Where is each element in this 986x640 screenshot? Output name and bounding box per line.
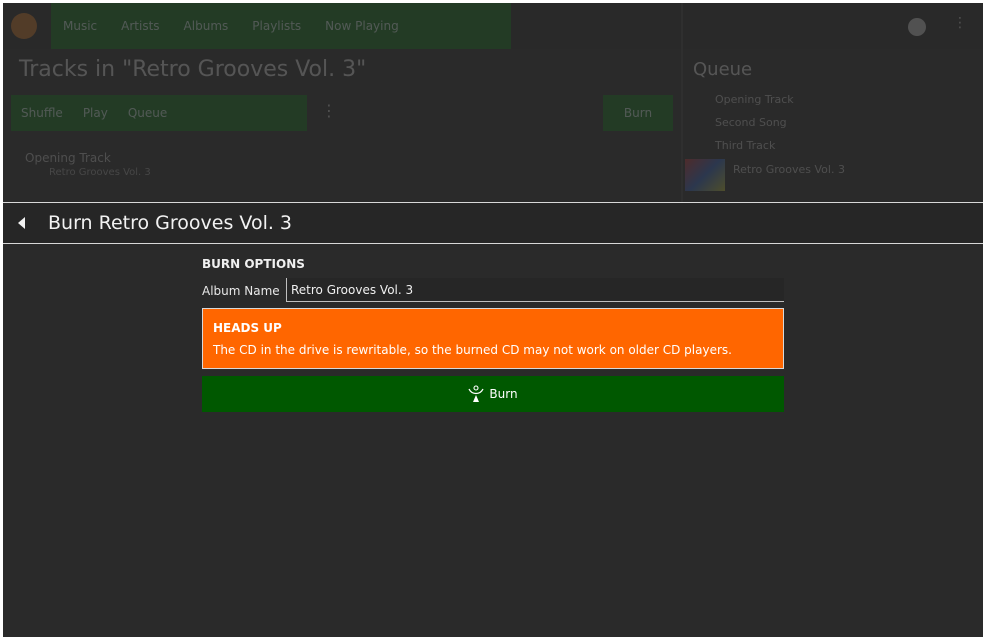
nav-item: Albums — [183, 19, 229, 33]
section-title: BURN OPTIONS — [202, 257, 305, 271]
back-arrow-icon — [18, 217, 25, 229]
action-item: Queue — [127, 106, 168, 120]
album-name-input[interactable] — [286, 278, 784, 302]
main-nav: Music Artists Albums Playlists Now Playi… — [51, 3, 511, 49]
track-subtitle: Retro Grooves Vol. 3 — [49, 167, 151, 178]
queue-title: Queue — [693, 59, 753, 80]
queue-item: Third Track — [715, 139, 776, 152]
action-item: Shuffle — [21, 106, 63, 120]
burn-disc-icon — [468, 385, 484, 402]
album-art — [685, 159, 725, 191]
burn-action-button: Burn — [603, 95, 673, 131]
app-window: Music Artists Albums Playlists Now Playi… — [3, 3, 983, 637]
queue-item: Opening Track — [715, 93, 794, 106]
sheet-title: Burn Retro Grooves Vol. 3 — [48, 212, 293, 234]
burn-button[interactable]: Burn — [202, 376, 784, 412]
album-name-label: Album Name — [202, 284, 280, 298]
sheet-header: Burn Retro Grooves Vol. 3 — [3, 202, 983, 244]
nav-item: Music — [63, 19, 98, 33]
warning-text: The CD in the drive is rewritable, so th… — [213, 343, 732, 357]
warning-title: HEADS UP — [213, 321, 282, 335]
pane-divider — [681, 3, 683, 203]
app-logo — [11, 13, 37, 39]
track-title: Opening Track — [25, 151, 111, 165]
more-icon: ⋮ — [953, 15, 967, 31]
page-title: Tracks in "Retro Grooves Vol. 3" — [19, 57, 367, 82]
queue-item: Second Song — [715, 116, 787, 129]
more-actions-icon: ⋮ — [321, 101, 337, 120]
action-bar: Shuffle Play Queue — [11, 95, 307, 131]
nav-item: Artists — [121, 19, 160, 33]
action-item: Play — [82, 106, 108, 120]
warning-banner: HEADS UP The CD in the drive is rewritab… — [202, 308, 784, 369]
settings-icon — [908, 18, 926, 36]
queue-item: Retro Grooves Vol. 3 — [733, 163, 845, 176]
dimmed-background: Music Artists Albums Playlists Now Playi… — [3, 3, 983, 203]
back-button[interactable] — [13, 212, 35, 234]
burn-sheet: Burn Retro Grooves Vol. 3 BURN OPTIONS A… — [3, 202, 983, 637]
burn-label: Burn — [489, 387, 518, 401]
nav-item: Now Playing — [325, 19, 399, 33]
nav-item: Playlists — [252, 19, 302, 33]
